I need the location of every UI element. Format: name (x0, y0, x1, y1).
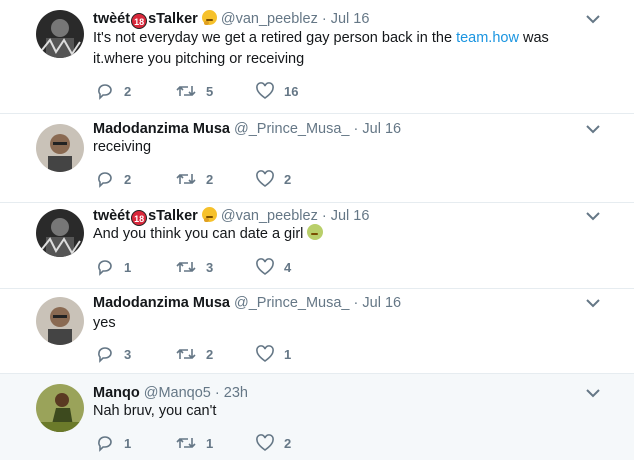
tweet-actions: 1 3 4 (96, 258, 336, 276)
retweet-icon (176, 438, 196, 448)
tweet-text: And you think you can date a girl (93, 224, 324, 245)
user-handle[interactable]: @van_peeblez (221, 208, 318, 224)
thinking-face-emoji (201, 207, 217, 222)
reply-icon (98, 84, 112, 100)
like-button[interactable]: 2 (256, 434, 336, 452)
retweet-icon (176, 174, 196, 184)
display-name[interactable]: Madodanzima Musa (93, 121, 230, 137)
user-handle[interactable]: @Manqo5 (144, 385, 211, 401)
retweet-icon (176, 86, 196, 96)
user-handle[interactable]: @van_peeblez (221, 11, 318, 27)
tweet-2[interactable]: Madodanzima Musa @_Prince_Musa_ · Jul 16… (0, 114, 634, 203)
tweet-header: Madodanzima Musa @_Prince_Musa_ · Jul 16 (93, 295, 402, 311)
tweet-header: Manqo @Manqo5 · 23h (93, 385, 248, 401)
avatar[interactable] (36, 209, 84, 257)
timestamp[interactable]: Jul 16 (362, 121, 401, 137)
reply-button[interactable]: 1 (96, 258, 176, 276)
like-icon (256, 345, 274, 362)
retweet-button[interactable]: 1 (176, 434, 256, 452)
badge-18-icon: 18 (131, 13, 148, 29)
reply-button[interactable]: 3 (96, 345, 176, 363)
tweet-text: yes (93, 315, 116, 331)
reply-icon (98, 436, 112, 452)
avatar[interactable] (36, 124, 84, 172)
like-icon (256, 258, 274, 275)
tweet-actions: 2 5 16 (96, 82, 336, 100)
tweet-text: Nah bruv, you can't (93, 403, 217, 419)
like-button[interactable]: 2 (256, 170, 336, 188)
reply-icon (98, 172, 112, 188)
timestamp[interactable]: Jul 16 (331, 208, 370, 224)
caret-down-icon[interactable] (586, 14, 600, 24)
retweet-button[interactable]: 5 (176, 82, 256, 100)
avatar[interactable] (36, 297, 84, 345)
like-icon (256, 170, 274, 187)
hashtag-link[interactable]: team.how (456, 30, 519, 46)
sick-face-emoji (307, 224, 324, 240)
caret-down-icon[interactable] (586, 298, 600, 308)
reply-button[interactable]: 2 (96, 82, 176, 100)
user-handle[interactable]: @_Prince_Musa_ (234, 121, 349, 137)
reply-icon (98, 260, 112, 276)
display-name[interactable]: twèét 18 sTalker (93, 208, 198, 226)
reply-button[interactable]: 1 (96, 434, 176, 452)
reply-button[interactable]: 2 (96, 170, 176, 188)
display-name[interactable]: Madodanzima Musa (93, 295, 230, 311)
timestamp[interactable]: Jul 16 (331, 11, 370, 27)
like-icon (256, 434, 274, 451)
tweet-header: Madodanzima Musa @_Prince_Musa_ · Jul 16 (93, 121, 402, 137)
tweet-header: twèét 18 sTalker @van_peeblez · Jul 16 (93, 10, 370, 29)
like-button[interactable]: 1 (256, 345, 336, 363)
tweet-text: It's not everyday we get a retired gay p… (93, 30, 549, 67)
tweet-3[interactable]: twèét 18 sTalker @van_peeblez · Jul 16 And… (0, 203, 634, 289)
like-button[interactable]: 4 (256, 258, 336, 276)
timestamp[interactable]: Jul 16 (362, 295, 401, 311)
retweet-icon (176, 349, 196, 359)
avatar[interactable] (36, 384, 84, 432)
tweet-5[interactable]: Manqo @Manqo5 · 23h Nah bruv, you can't … (0, 374, 634, 460)
display-name[interactable]: twèét 18 sTalker (93, 11, 198, 29)
retweet-button[interactable]: 2 (176, 170, 256, 188)
display-name[interactable]: Manqo (93, 385, 140, 401)
user-handle[interactable]: @_Prince_Musa_ (234, 295, 349, 311)
tweet-1[interactable]: twèét 18 sTalker @van_peeblez · Jul 16 It'… (0, 0, 634, 114)
retweet-button[interactable]: 2 (176, 345, 256, 363)
tweet-actions: 2 2 2 (96, 170, 336, 188)
caret-down-icon[interactable] (586, 211, 600, 221)
thinking-face-emoji (201, 10, 217, 25)
caret-down-icon[interactable] (586, 124, 600, 134)
timestamp[interactable]: 23h (224, 385, 248, 401)
like-icon (256, 82, 274, 99)
retweet-button[interactable]: 3 (176, 258, 256, 276)
reply-icon (98, 347, 112, 363)
caret-down-icon[interactable] (586, 388, 600, 398)
retweet-icon (176, 262, 196, 272)
avatar[interactable] (36, 10, 84, 58)
tweet-text: receiving (93, 139, 152, 155)
tweet-4[interactable]: Madodanzima Musa @_Prince_Musa_ · Jul 16… (0, 289, 634, 374)
tweet-actions: 3 2 1 (96, 345, 336, 363)
tweet-actions: 1 1 2 (96, 434, 336, 452)
like-button[interactable]: 16 (256, 82, 336, 100)
